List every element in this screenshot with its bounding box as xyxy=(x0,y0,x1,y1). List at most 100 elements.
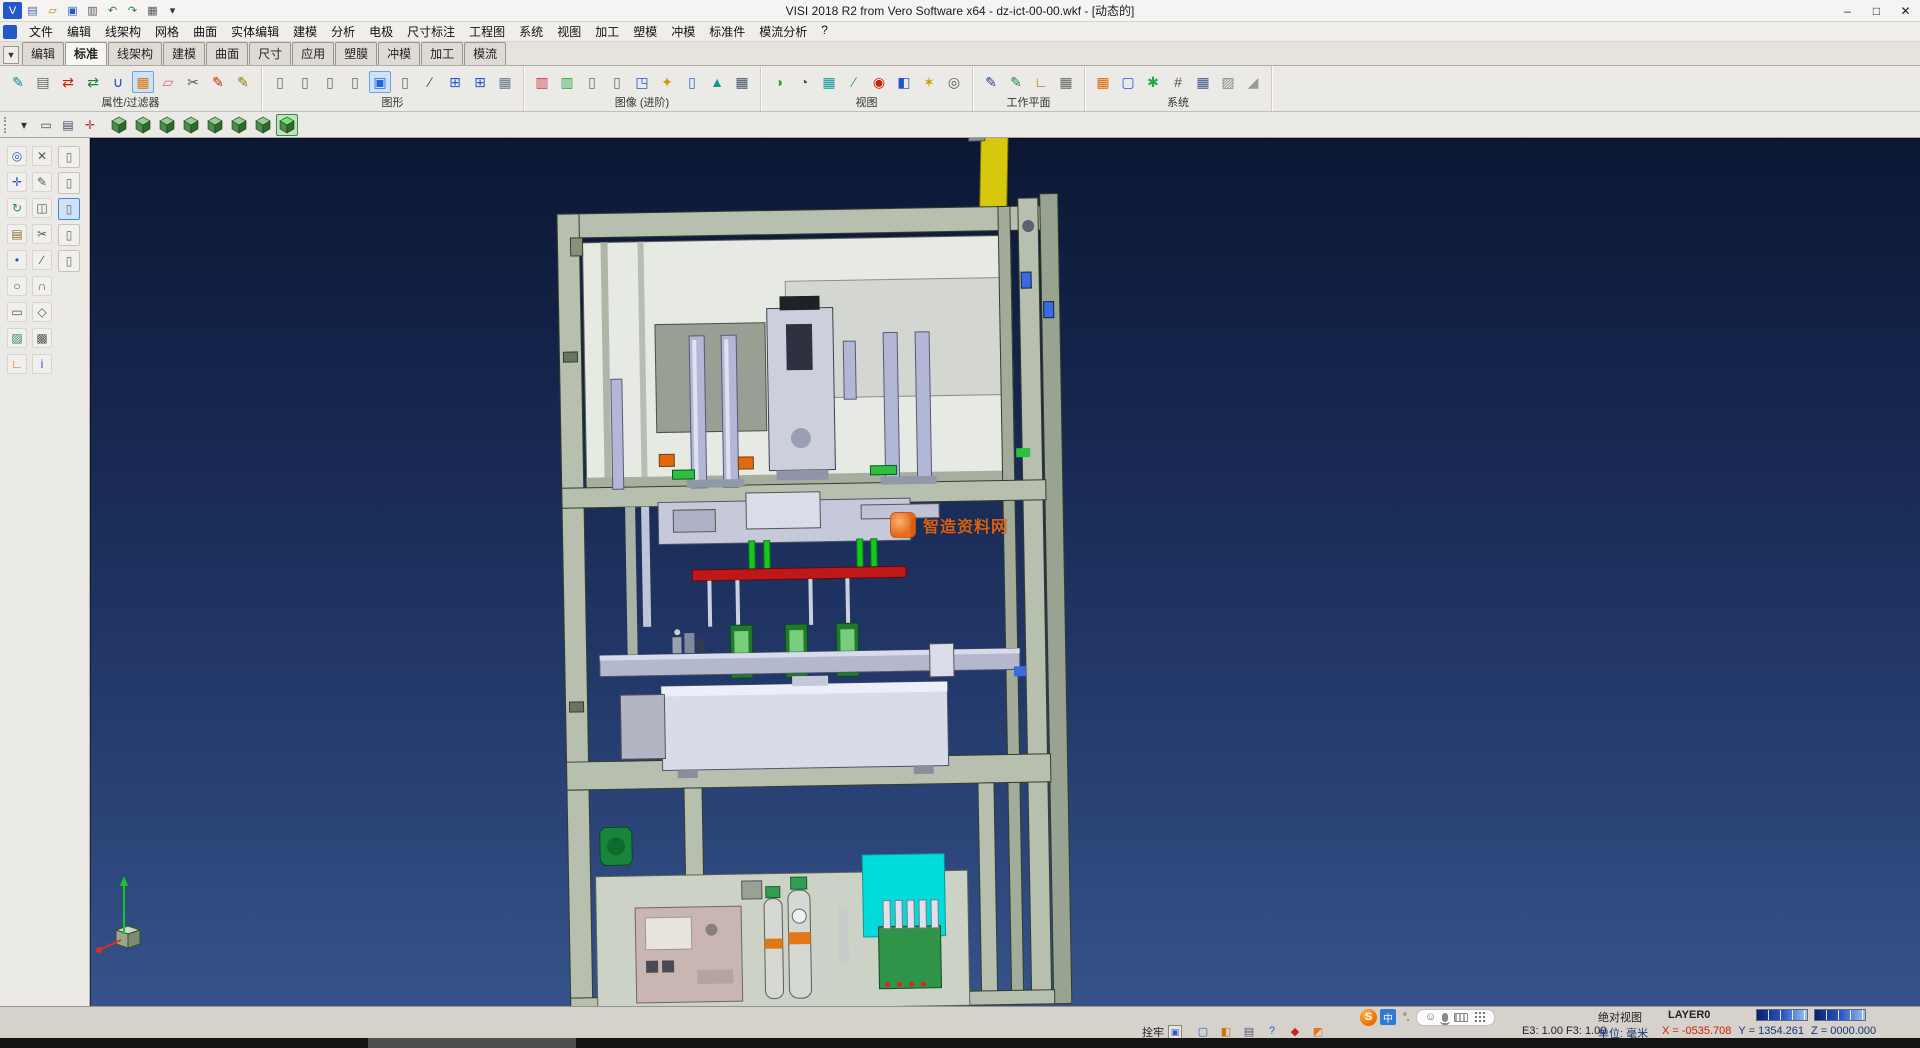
menu-item[interactable]: 电极 xyxy=(362,22,400,41)
history-slot-2-icon[interactable]: ▯ xyxy=(58,172,80,194)
tab[interactable]: 线架构 xyxy=(108,42,162,65)
mirror-tool-icon[interactable]: ◫ xyxy=(32,198,52,218)
zoom-tool-icon[interactable]: ◎ xyxy=(7,146,27,166)
ime-emoji-icon[interactable]: ☺ xyxy=(1425,1011,1436,1023)
edit-red-icon[interactable]: ✎ xyxy=(207,71,229,93)
menu-item[interactable]: 编辑 xyxy=(60,22,98,41)
ime-mic-icon[interactable] xyxy=(1442,1013,1448,1022)
wireframe-view-icon[interactable]: ◔ xyxy=(793,71,815,93)
new-file-icon[interactable]: ▤ xyxy=(23,2,42,19)
table-blue-icon[interactable]: ⊞ xyxy=(444,71,466,93)
tab[interactable]: 模流 xyxy=(464,42,506,65)
render-status-icon[interactable]: ◧ xyxy=(1219,1024,1233,1038)
view-orientation-3-icon[interactable] xyxy=(156,114,178,136)
mesh-icon[interactable]: ▦ xyxy=(494,71,516,93)
close-button[interactable]: ✕ xyxy=(1891,0,1920,21)
tab[interactable]: 塑膜 xyxy=(335,42,377,65)
toolbar-grip[interactable] xyxy=(4,117,9,133)
alert-status-icon[interactable]: ◆ xyxy=(1288,1024,1302,1038)
view-mode-label[interactable]: 绝对视图 xyxy=(1598,1009,1642,1025)
entity-cylinder2-icon[interactable]: ▯ xyxy=(294,71,316,93)
image-shade-icon[interactable]: ▲ xyxy=(706,71,728,93)
menu-item[interactable]: 曲面 xyxy=(186,22,224,41)
swap-red-icon[interactable]: ⇄ xyxy=(57,71,79,93)
layers-tool-icon[interactable]: ▤ xyxy=(7,224,27,244)
edit-tool-icon[interactable]: ✎ xyxy=(32,172,52,192)
layers-mini-icon[interactable]: ▤ xyxy=(58,115,78,135)
view-orientation-6-icon[interactable] xyxy=(228,114,250,136)
delete-tool-icon[interactable]: ✕ xyxy=(32,146,52,166)
section-view-icon[interactable]: ∕ xyxy=(843,71,865,93)
entity-cylinder3-icon[interactable]: ▯ xyxy=(319,71,341,93)
image-red-icon[interactable]: ▥ xyxy=(531,71,553,93)
arc-tool-icon[interactable]: ∩ xyxy=(32,276,52,296)
redo-icon[interactable]: ↷ xyxy=(123,2,142,19)
view-orientation-4-icon[interactable] xyxy=(180,114,202,136)
circle-tool-icon[interactable]: ○ xyxy=(7,276,27,296)
viewbar-dropdown-icon[interactable]: ▾ xyxy=(14,115,34,135)
system-calculator-icon[interactable]: # xyxy=(1167,71,1189,93)
workplane-grid-icon[interactable]: ▦ xyxy=(1055,71,1077,93)
menu-item[interactable]: 加工 xyxy=(588,22,626,41)
trim-tool-icon[interactable]: ✂ xyxy=(32,224,52,244)
swap-green-icon[interactable]: ⇄ xyxy=(82,71,104,93)
grid-settings-icon[interactable]: ▦ xyxy=(143,2,162,19)
display-status-icon[interactable]: ▢ xyxy=(1196,1024,1210,1038)
ime-symbols-icon[interactable]: °‚ xyxy=(1399,1012,1413,1023)
info-tool-icon[interactable]: i xyxy=(32,354,52,374)
menu-item[interactable]: 建模 xyxy=(286,22,324,41)
minimize-button[interactable]: – xyxy=(1833,0,1862,21)
polygon-tool-icon[interactable]: ◇ xyxy=(32,302,52,322)
tab[interactable]: 编辑 xyxy=(22,42,64,65)
cube-status-icon[interactable]: ◩ xyxy=(1311,1024,1325,1038)
filter-grid-icon[interactable]: ▦ xyxy=(132,71,154,93)
open-file-icon[interactable]: ▱ xyxy=(43,2,62,19)
camera-view-icon[interactable]: ◎ xyxy=(943,71,965,93)
filter-magnet-icon[interactable]: ∪ xyxy=(107,71,129,93)
grid-view-icon[interactable]: ▦ xyxy=(818,71,840,93)
image-blue-cylinder-icon[interactable]: ▯ xyxy=(681,71,703,93)
undo-icon[interactable]: ↶ xyxy=(103,2,122,19)
menu-item[interactable]: 工程图 xyxy=(462,22,512,41)
system-monitor-icon[interactable]: ▢ xyxy=(1117,71,1139,93)
snap-toggle-icon[interactable]: ▣ xyxy=(1168,1025,1182,1039)
print-icon[interactable]: ▥ xyxy=(83,2,102,19)
menu-item[interactable]: 模流分析 xyxy=(752,22,814,41)
machine-3d-model[interactable] xyxy=(90,138,1920,1006)
entity-cylinder4-icon[interactable]: ▯ xyxy=(344,71,366,93)
image-cylinder-icon[interactable]: ▯ xyxy=(581,71,603,93)
system-hatch-icon[interactable]: ▨ xyxy=(1217,71,1239,93)
attribute-brush-icon[interactable]: ✎ xyxy=(7,71,29,93)
workplane-axis-icon[interactable]: ∟ xyxy=(1030,71,1052,93)
tab[interactable]: 尺寸 xyxy=(249,42,291,65)
print-status-icon[interactable]: ▤ xyxy=(1242,1024,1256,1038)
image-box-icon[interactable]: ◳ xyxy=(631,71,653,93)
dynamic-rotate-icon[interactable]: ↻ xyxy=(7,198,27,218)
attribute-copy-icon[interactable]: ▤ xyxy=(32,71,54,93)
tab[interactable]: 曲面 xyxy=(206,42,248,65)
history-slot-1-icon[interactable]: ▯ xyxy=(58,146,80,168)
tab[interactable]: 应用 xyxy=(292,42,334,65)
ime-keyboard-icon[interactable] xyxy=(1454,1013,1468,1022)
menu-item[interactable]: 实体编辑 xyxy=(224,22,286,41)
history-slot-4-icon[interactable]: ▯ xyxy=(58,224,80,246)
menu-item[interactable]: 塑模 xyxy=(626,22,664,41)
line-tool-icon[interactable]: ∕ xyxy=(419,71,441,93)
tab-dropdown-icon[interactable]: ▼ xyxy=(3,46,19,64)
crosshair-icon[interactable]: ✛ xyxy=(80,115,100,135)
entity-cylinder5-icon[interactable]: ▯ xyxy=(394,71,416,93)
hide-view-icon[interactable]: ◉ xyxy=(868,71,890,93)
qat-dropdown-icon[interactable]: ▾ xyxy=(163,2,182,19)
app-icon[interactable] xyxy=(3,25,17,39)
menu-item[interactable]: 网格 xyxy=(148,22,186,41)
menu-item[interactable]: ? xyxy=(814,22,835,41)
menu-item[interactable]: 尺寸标注 xyxy=(400,22,462,41)
shade-view-icon[interactable]: ◑ xyxy=(768,71,790,93)
ime-language-icon[interactable]: 中 xyxy=(1380,1009,1396,1025)
system-colors-icon[interactable]: ▦ xyxy=(1092,71,1114,93)
view-orientation-8-icon[interactable] xyxy=(276,114,298,136)
measure-tool-icon[interactable]: ∟ xyxy=(7,354,27,374)
tab[interactable]: 建模 xyxy=(163,42,205,65)
tab[interactable]: 标准 xyxy=(65,42,107,65)
table-blue2-icon[interactable]: ⊞ xyxy=(469,71,491,93)
